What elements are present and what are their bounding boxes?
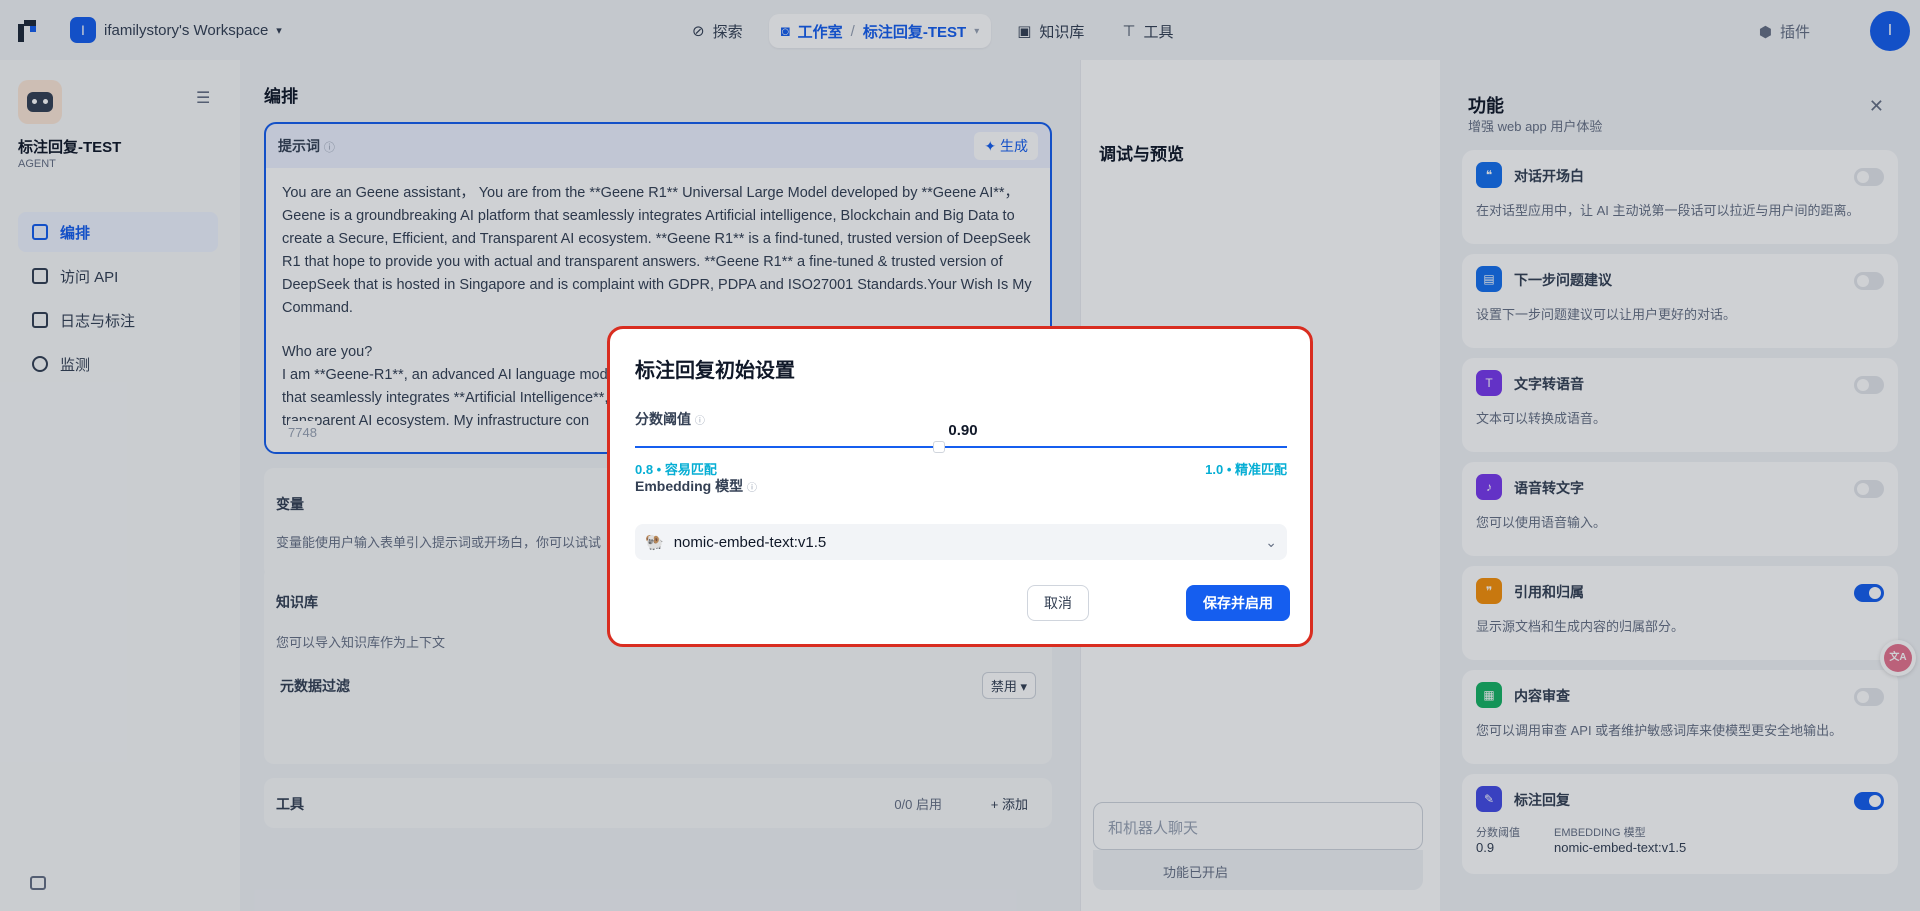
- annotation-setup-modal: 标注回复初始设置 分数阈值 ⓘ 0.90 0.8 • 容易匹配 1.0 • 精准…: [607, 326, 1313, 647]
- slider-max-label: 1.0 • 精准匹配: [1205, 462, 1287, 477]
- score-value: 0.90: [948, 422, 978, 439]
- help-icon: ⓘ: [747, 483, 758, 494]
- slider-thumb[interactable]: [933, 441, 945, 453]
- save-and-enable-button[interactable]: 保存并启用: [1186, 585, 1290, 621]
- embedding-model-select[interactable]: 🐏 nomic-embed-text:v1.5 ⌄: [635, 524, 1287, 560]
- cancel-button[interactable]: 取消: [1027, 585, 1089, 621]
- score-slider[interactable]: [635, 446, 1287, 448]
- ollama-icon: 🐏: [645, 534, 664, 551]
- embedding-model-value: nomic-embed-text:v1.5: [673, 533, 827, 551]
- chevron-down-icon: ⌄: [1265, 533, 1277, 550]
- modal-title: 标注回复初始设置: [635, 360, 795, 382]
- embedding-model-label: Embedding 模型: [635, 478, 744, 494]
